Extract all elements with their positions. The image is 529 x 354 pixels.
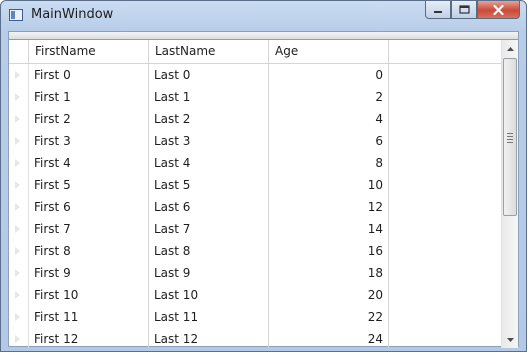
cell-lastname[interactable]: Last 3 [149, 130, 269, 152]
row-header[interactable] [9, 306, 29, 328]
cell-firstname[interactable]: First 3 [29, 130, 149, 152]
client-area: FirstName LastName Age First 0 Last 0 0 Fir… [8, 31, 519, 348]
title-bar[interactable]: MainWindow [1, 1, 526, 31]
maximize-icon [458, 5, 470, 14]
cell-firstname[interactable]: First 12 [29, 328, 149, 348]
table-row[interactable]: First 6 Last 6 12 [9, 196, 503, 218]
caption-buttons [425, 1, 520, 20]
data-grid[interactable]: FirstName LastName Age First 0 Last 0 0 Fir… [9, 40, 503, 348]
cell-firstname[interactable]: First 11 [29, 306, 149, 328]
close-button[interactable] [477, 1, 520, 19]
row-header[interactable] [9, 240, 29, 262]
cell-firstname[interactable]: First 5 [29, 174, 149, 196]
table-row[interactable]: First 10 Last 10 20 [9, 284, 503, 306]
cell-lastname[interactable]: Last 2 [149, 108, 269, 130]
window-title: MainWindow [31, 7, 114, 22]
cell-firstname[interactable]: First 7 [29, 218, 149, 240]
row-header[interactable] [9, 130, 29, 152]
cell-age[interactable]: 0 [269, 64, 389, 86]
scroll-down-button[interactable] [502, 331, 518, 348]
scrollbar-thumb[interactable] [503, 58, 517, 216]
cell-firstname[interactable]: First 4 [29, 152, 149, 174]
row-header[interactable] [9, 284, 29, 306]
row-header[interactable] [9, 196, 29, 218]
table-row[interactable]: First 3 Last 36 [9, 130, 503, 152]
table-row[interactable]: First 4 Last 48 [9, 152, 503, 174]
row-header[interactable] [9, 86, 29, 108]
maximize-button[interactable] [451, 1, 477, 19]
cell-lastname[interactable]: Last 12 [149, 328, 269, 348]
cell-lastname[interactable]: Last 4 [149, 152, 269, 174]
cell-firstname[interactable]: First 1 [29, 86, 149, 108]
row-header[interactable] [9, 262, 29, 284]
row-header[interactable] [9, 218, 29, 240]
close-icon [493, 4, 504, 15]
cell-age[interactable]: 12 [269, 196, 389, 218]
cell-lastname[interactable]: Last 7 [149, 218, 269, 240]
cell-age[interactable]: 4 [269, 108, 389, 130]
cell-age[interactable]: 16 [269, 240, 389, 262]
table-row[interactable]: First 8 Last 8 16 [9, 240, 503, 262]
row-header[interactable] [9, 64, 29, 86]
scroll-up-arrow-icon [506, 46, 514, 51]
cell-age[interactable]: 22 [269, 306, 389, 328]
scrollbar-grip [507, 133, 513, 145]
table-row[interactable]: First 12 Last 12 24 [9, 328, 503, 348]
scroll-up-button[interactable] [502, 40, 518, 57]
table-row[interactable]: First 0 Last 00 [9, 64, 503, 86]
column-header-age[interactable]: Age [269, 40, 389, 63]
row-header[interactable] [9, 108, 29, 130]
cell-lastname[interactable]: Last 9 [149, 262, 269, 284]
row-header[interactable] [9, 174, 29, 196]
cell-lastname[interactable]: Last 5 [149, 174, 269, 196]
cell-firstname[interactable]: First 6 [29, 196, 149, 218]
table-row[interactable]: First 2 Last 24 [9, 108, 503, 130]
cell-lastname[interactable]: Last 10 [149, 284, 269, 306]
cell-lastname[interactable]: Last 0 [149, 64, 269, 86]
row-header[interactable] [9, 328, 29, 348]
vertical-scrollbar[interactable] [501, 40, 518, 348]
table-row[interactable]: First 11 Last 11 22 [9, 306, 503, 328]
cell-firstname[interactable]: First 9 [29, 262, 149, 284]
column-header-firstname[interactable]: FirstName [29, 40, 149, 63]
table-row[interactable]: First 9 Last 9 18 [9, 262, 503, 284]
cell-age[interactable]: 2 [269, 86, 389, 108]
row-header[interactable] [9, 152, 29, 174]
cell-age[interactable]: 24 [269, 328, 389, 348]
cell-firstname[interactable]: First 10 [29, 284, 149, 306]
select-all-header[interactable] [9, 40, 29, 63]
cell-lastname[interactable]: Last 1 [149, 86, 269, 108]
minimize-icon [434, 10, 442, 13]
cell-age[interactable]: 20 [269, 284, 389, 306]
table-row[interactable]: First 7 Last 7 14 [9, 218, 503, 240]
scroll-down-arrow-icon [506, 337, 514, 342]
app-window-icon[interactable] [9, 9, 23, 21]
cell-age[interactable]: 10 [269, 174, 389, 196]
table-row[interactable]: First 1 Last 12 [9, 86, 503, 108]
cell-lastname[interactable]: Last 8 [149, 240, 269, 262]
column-header-row: FirstName LastName Age [9, 40, 503, 64]
cell-firstname[interactable]: First 8 [29, 240, 149, 262]
column-header-lastname[interactable]: LastName [149, 40, 269, 63]
cell-firstname[interactable]: First 2 [29, 108, 149, 130]
cell-age[interactable]: 18 [269, 262, 389, 284]
cell-age[interactable]: 8 [269, 152, 389, 174]
cell-firstname[interactable]: First 0 [29, 64, 149, 86]
cell-lastname[interactable]: Last 6 [149, 196, 269, 218]
top-strip [9, 32, 518, 40]
main-window: MainWindow FirstName LastName Age First … [0, 0, 527, 352]
cell-age[interactable]: 6 [269, 130, 389, 152]
minimize-button[interactable] [425, 1, 451, 19]
table-row[interactable]: First 5 Last 5 10 [9, 174, 503, 196]
cell-age[interactable]: 14 [269, 218, 389, 240]
cell-lastname[interactable]: Last 11 [149, 306, 269, 328]
